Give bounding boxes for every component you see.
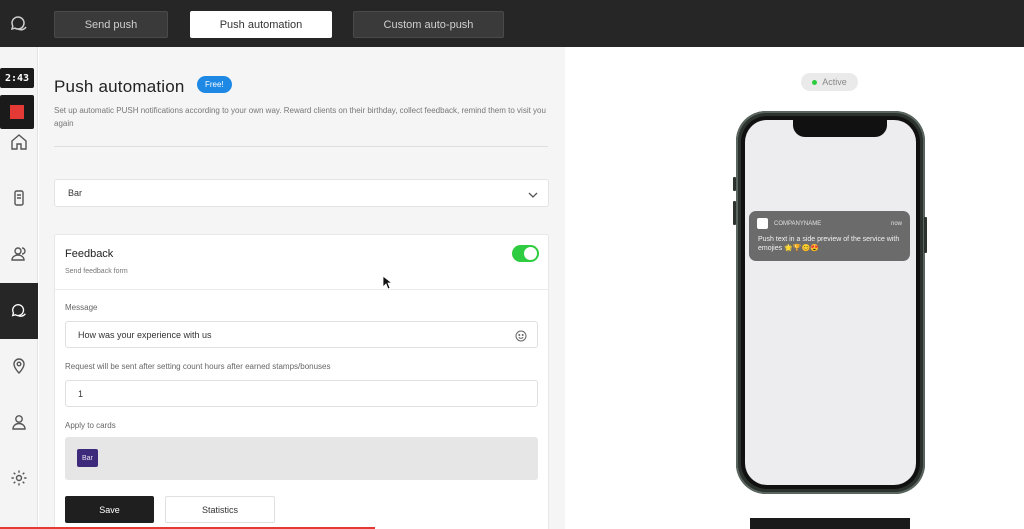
applied-cards-box[interactable]: Bar (65, 437, 538, 480)
phone-notch (793, 120, 887, 137)
feedback-title: Feedback (65, 248, 114, 260)
bottom-bar (750, 518, 910, 529)
apply-cards-label: Apply to cards (65, 421, 116, 430)
main-panel: Push automation Free! Set up automatic P… (39, 47, 565, 529)
divider (54, 146, 548, 147)
phone-side-button (733, 177, 736, 191)
free-badge: Free! (197, 76, 232, 93)
phone-screen (745, 120, 916, 485)
status-label: Active (822, 77, 847, 87)
message-label: Message (65, 303, 98, 312)
app-icon (757, 218, 768, 229)
chat-icon[interactable] (0, 283, 38, 339)
recording-timer: 2:43 (0, 68, 34, 88)
top-bar: Send push Push automation Custom auto-pu… (0, 0, 1024, 47)
message-value: How was your experience with us (78, 330, 212, 340)
tab-push-automation[interactable]: Push automation (190, 11, 332, 38)
feedback-toggle[interactable] (512, 245, 539, 262)
tab-custom-auto-push[interactable]: Custom auto-push (353, 11, 504, 38)
emoji-picker-icon[interactable] (515, 329, 527, 347)
preview-panel: Active COMPANYNAME now Push text in a si… (565, 47, 1024, 529)
push-notification-preview: COMPANYNAME now Push text in a side prev… (749, 211, 910, 261)
chat-logo-icon[interactable] (9, 14, 29, 34)
delay-label: Request will be sent after setting count… (65, 362, 331, 371)
notification-text: Push text in a side preview of the servi… (758, 236, 900, 252)
card-select[interactable]: Bar (54, 179, 549, 207)
phone-side-button (924, 217, 927, 253)
tab-send-push[interactable]: Send push (54, 11, 168, 38)
phone-mockup (736, 111, 925, 494)
page-subtitle: Set up automatic PUSH notifications acco… (54, 106, 546, 128)
user-icon[interactable] (0, 403, 38, 441)
card-divider (55, 289, 548, 290)
status-badge: Active (801, 73, 858, 91)
stop-icon (10, 105, 24, 119)
page-title: Push automation (54, 77, 185, 96)
card-chip-bar[interactable]: Bar (77, 449, 98, 467)
mouse-cursor-icon (382, 275, 394, 295)
notification-company: COMPANYNAME (774, 221, 822, 227)
chevron-down-icon[interactable] (527, 188, 539, 206)
notification-time: now (890, 221, 902, 227)
location-pin-icon[interactable] (0, 347, 38, 385)
save-button[interactable]: Save (65, 496, 154, 523)
feedback-subtitle: Send feedback form (65, 268, 128, 275)
status-dot-icon (812, 79, 818, 85)
phone-card-icon[interactable] (0, 179, 38, 217)
message-input[interactable]: How was your experience with us (65, 321, 538, 348)
card-select-value: Bar (68, 188, 83, 198)
statistics-button[interactable]: Statistics (165, 496, 275, 523)
toggle-knob (524, 247, 537, 260)
gear-icon[interactable] (0, 459, 38, 497)
phone-side-button (733, 201, 736, 225)
delay-value: 1 (78, 389, 84, 399)
feedback-card: Feedback Send feedback form Message How … (54, 234, 549, 529)
stop-recording-button[interactable] (0, 95, 34, 129)
delay-hours-input[interactable]: 1 (65, 380, 538, 407)
users-icon[interactable] (0, 235, 38, 273)
